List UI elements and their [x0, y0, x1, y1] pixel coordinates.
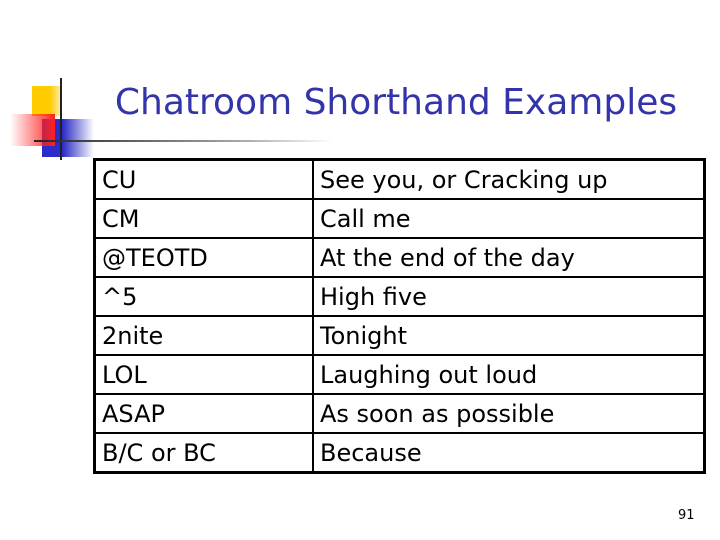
abbreviation-cell: ASAP	[93, 393, 314, 434]
abbreviation-cell: B/C or BC	[93, 432, 314, 474]
meaning-cell: See you, or Cracking up	[312, 158, 706, 200]
meaning-cell: As soon as possible	[312, 393, 706, 434]
abbreviation-cell: CM	[93, 198, 314, 239]
table-row: B/C or BC Because	[93, 432, 706, 474]
meaning-cell: Laughing out loud	[312, 354, 706, 395]
yellow-square-icon	[32, 86, 62, 116]
shorthand-table: CU See you, or Cracking up CM Call me @TEOTD…	[93, 158, 706, 474]
vertical-line	[60, 78, 62, 160]
abbreviation-cell: @TEOTD	[93, 237, 314, 278]
table-row: 2nite Tonight	[93, 315, 706, 356]
abbreviation-cell: CU	[93, 158, 314, 200]
table-row: ^5 High five	[93, 276, 706, 317]
table-row: CU See you, or Cracking up	[93, 158, 706, 200]
table-row: @TEOTD At the end of the day	[93, 237, 706, 278]
meaning-cell: Tonight	[312, 315, 706, 356]
table-row: CM Call me	[93, 198, 706, 239]
slide-title: Chatroom Shorthand Examples	[114, 82, 678, 123]
abbreviation-cell: ^5	[93, 276, 314, 317]
meaning-cell: Call me	[312, 198, 706, 239]
meaning-cell: High five	[312, 276, 706, 317]
abbreviation-cell: 2nite	[93, 315, 314, 356]
title-underline	[34, 140, 334, 142]
meaning-cell: At the end of the day	[312, 237, 706, 278]
abbreviation-cell: LOL	[93, 354, 314, 395]
table-row: LOL Laughing out loud	[93, 354, 706, 395]
table-row: ASAP As soon as possible	[93, 393, 706, 434]
page-number: 91	[678, 508, 695, 523]
meaning-cell: Because	[312, 432, 706, 474]
